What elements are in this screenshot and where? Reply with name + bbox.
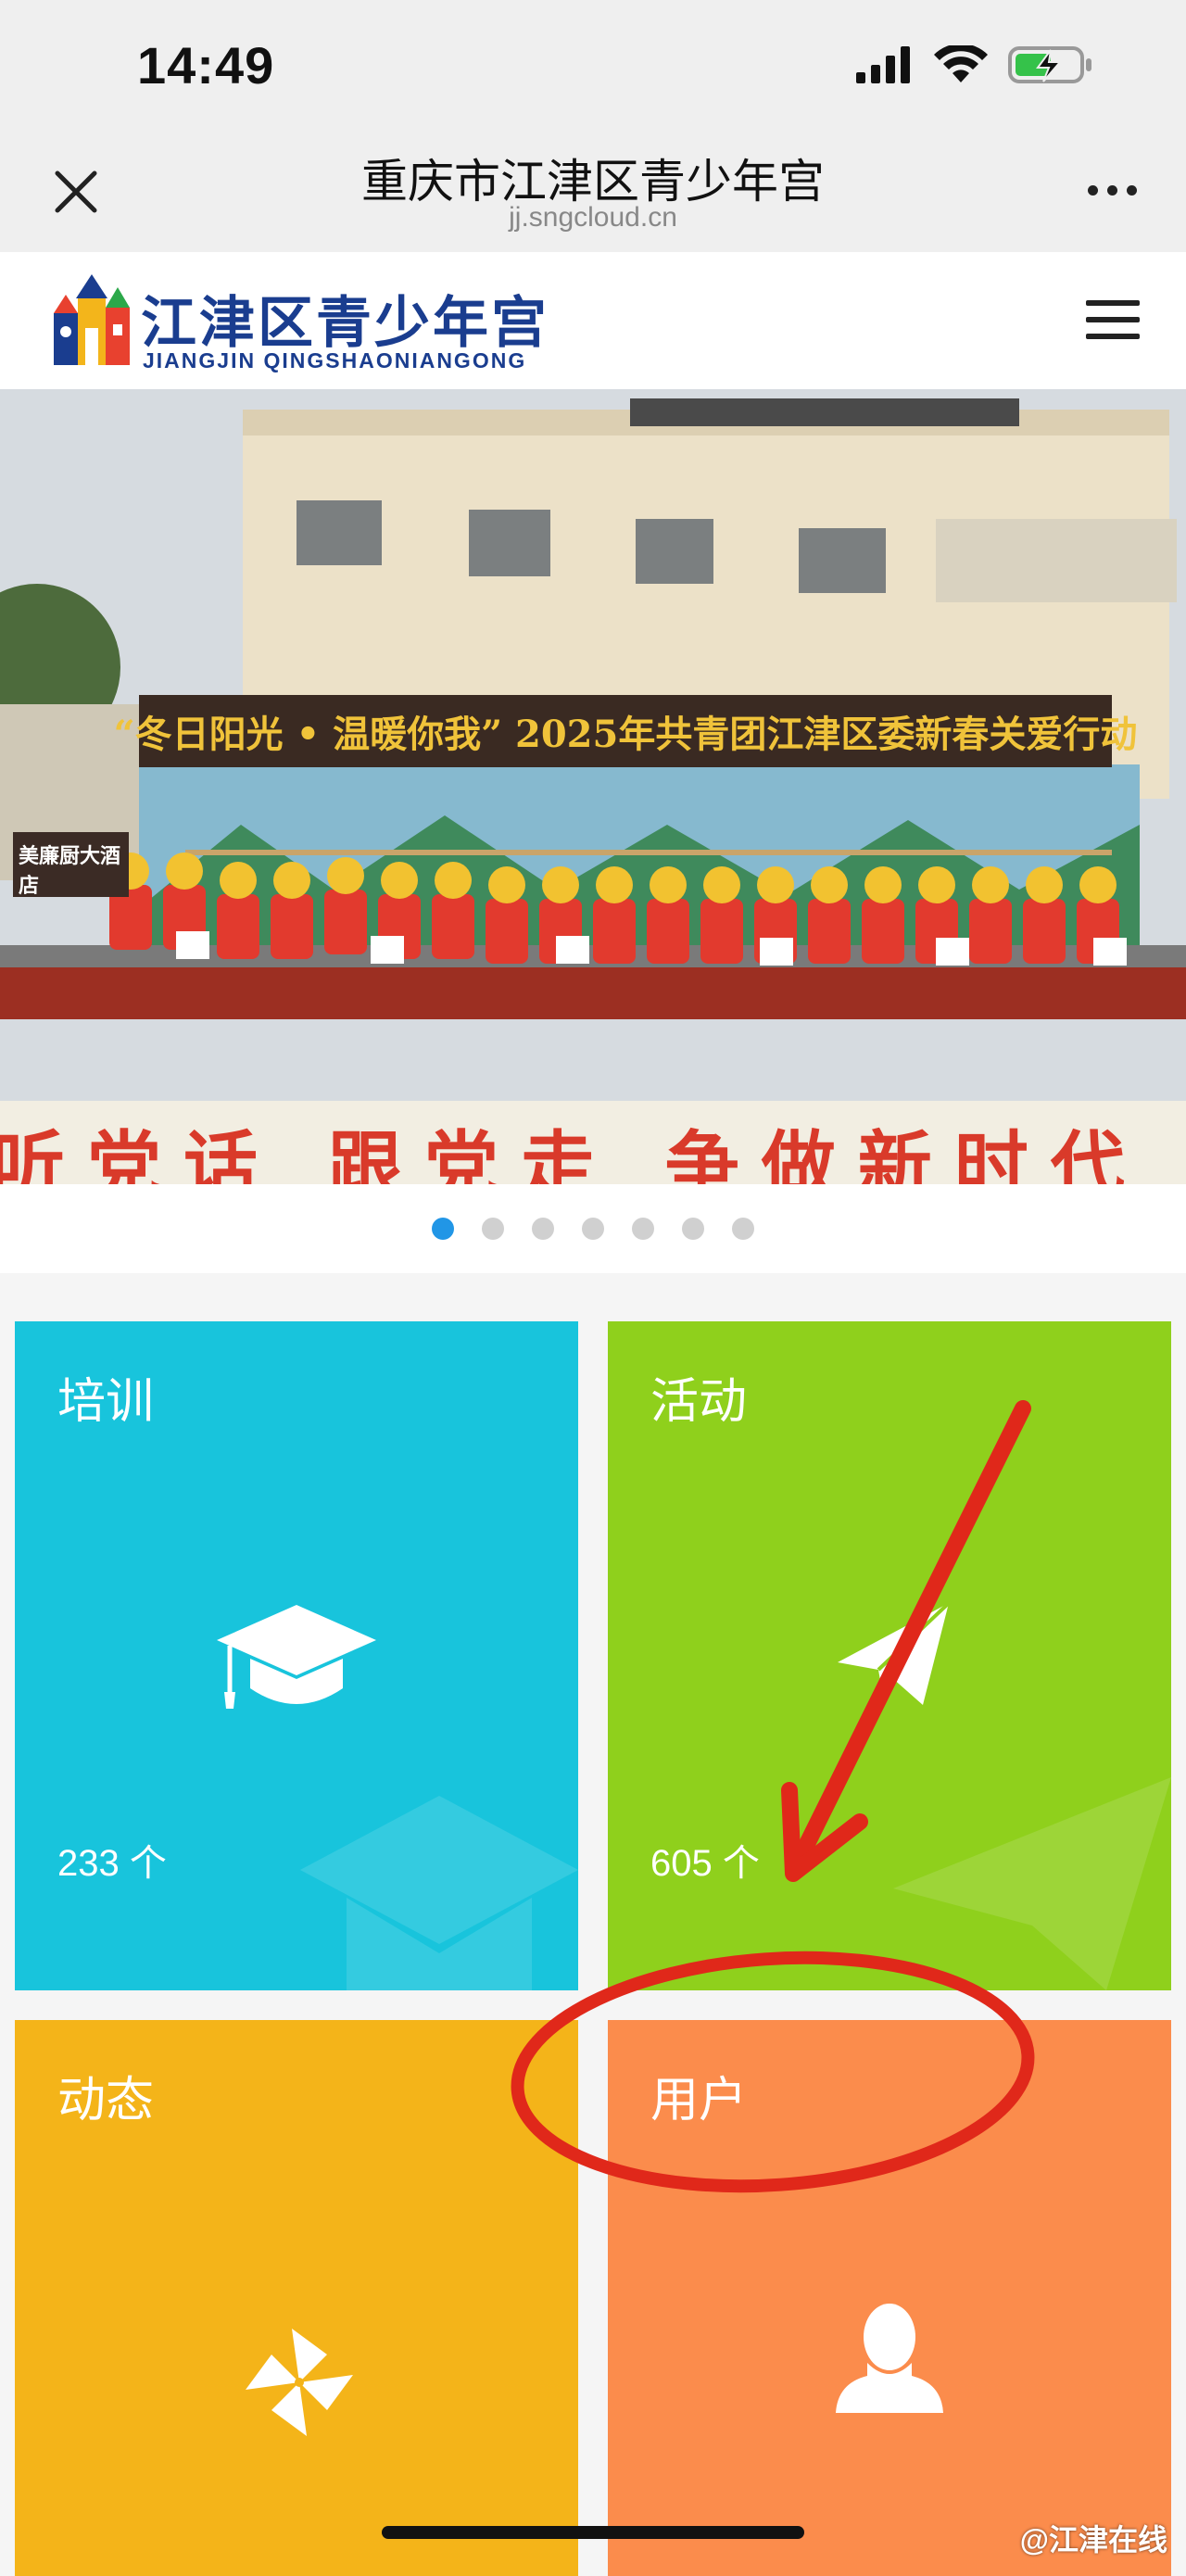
tile-label: 用户 [650,2074,748,2128]
status-icons [854,44,1093,85]
logo-subtext: JIANGJIN QINGSHAONIANGONG [143,348,527,373]
status-bar: 14:49 [0,0,1186,139]
graduation-cap-icon [217,1605,376,1709]
banner-photo [0,389,1186,1184]
tile-count: 233 个 [57,1843,167,1884]
tile-watermark-icon [300,1796,578,1990]
wifi-icon [934,45,988,82]
tile-label: 活动 [650,1375,748,1429]
home-indicator[interactable] [382,2526,804,2539]
more-dot-icon [1106,184,1117,196]
banner-carousel[interactable]: 美廉厨大酒店 “冬日阳光 • 温暖你我” 2025年共青团江津区委新春关爱行动 … [0,389,1186,1184]
carousel-dot[interactable] [532,1218,554,1240]
signal-icon [856,46,910,83]
tile-activities[interactable]: 活动 605 个 [608,1321,1171,1990]
page-url: jj.sngcloud.cn [509,202,677,233]
carousel-dot[interactable] [682,1218,704,1240]
menu-line-icon [1086,334,1140,339]
hotel-sign: 美廉厨大酒店 [13,832,129,897]
menu-line-icon [1086,300,1140,306]
logo-text: 江津区青少年宫 [141,292,549,354]
more-dot-icon [1126,184,1137,196]
watermark-text: @江津在线 [1019,2523,1167,2557]
site-logo[interactable]: 江津区青少年宫 JIANGJIN QINGSHAONIANGONG [48,271,567,374]
browser-nav-bar: 重庆市江津区青少年宫 jj.sngcloud.cn [0,130,1186,252]
hamburger-menu-button[interactable] [1086,300,1140,339]
carousel-dot[interactable] [732,1218,754,1240]
user-icon [836,2304,943,2413]
more-dot-icon [1087,184,1098,196]
carousel-dot[interactable] [632,1218,654,1240]
battery-charging-icon [1008,46,1091,83]
carousel-dot[interactable] [482,1218,504,1240]
tile-count: 605 个 [650,1843,760,1884]
carousel-dot[interactable] [582,1218,604,1240]
paper-plane-icon [838,1601,951,1705]
banner-slogan-text: 听党话 跟党走 争做新时代 [0,1122,1147,1184]
tile-watermark-icon [893,1777,1171,1990]
banner-slogan: 听党话 跟党走 争做新时代 [0,1101,1186,1184]
carousel-dot[interactable] [432,1218,454,1240]
banner-headline: “冬日阳光 • 温暖你我” 2025年共青团江津区委新春关爱行动 [114,695,1137,767]
castle-logo-icon [54,274,130,365]
more-options-button[interactable] [1075,167,1149,213]
menu-line-icon [1086,317,1140,322]
tile-label: 培训 [57,1375,155,1429]
site-header: 江津区青少年宫 JIANGJIN QINGSHAONIANGONG [0,252,1186,389]
tile-user[interactable]: 用户 [608,2020,1171,2576]
tile-news[interactable]: 动态 [15,2020,578,2576]
status-time: 14:49 [137,36,275,95]
tile-label: 动态 [57,2074,155,2128]
banner-headline-text: “冬日阳光 • 温暖你我” 2025年共青团江津区委新春关爱行动 [113,713,1138,756]
tile-training[interactable]: 培训 233 个 [15,1321,578,1990]
carousel-indicators [0,1184,1186,1273]
pinwheel-icon [246,2329,353,2436]
